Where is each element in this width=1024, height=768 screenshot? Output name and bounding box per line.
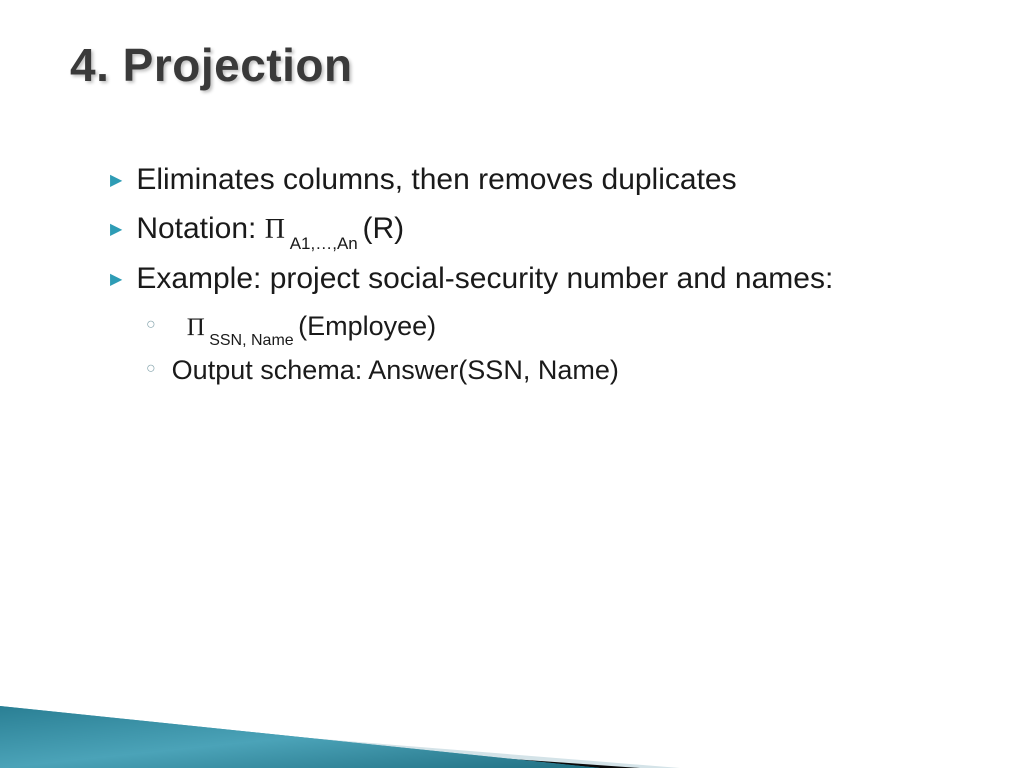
circle-bullet-icon: ○ — [146, 316, 156, 334]
slide-content: ▶ Eliminates columns, then removes dupli… — [110, 160, 964, 392]
slide-title: 4. Projection — [70, 38, 353, 92]
sub-bullet-item: ○ Π SSN, Name (Employee) — [146, 308, 964, 348]
sub-bullet-text: Π SSN, Name (Employee) — [172, 308, 437, 348]
bullet-text: Example: project social-security number … — [136, 259, 833, 300]
triangle-bullet-icon: ▶ — [110, 170, 122, 190]
pi-symbol: Π — [265, 214, 285, 245]
bullet-item: ▶ Example: project social-security numbe… — [110, 259, 964, 300]
bullet-text: Eliminates columns, then removes duplica… — [136, 160, 736, 201]
triangle-bullet-icon: ▶ — [110, 219, 122, 239]
triangle-bullet-icon: ▶ — [110, 269, 122, 289]
bullet-item: ▶ Eliminates columns, then removes dupli… — [110, 160, 964, 201]
bullet-text: Notation: Π A1,…,An (R) — [136, 209, 404, 252]
pi-subscript: A1,…,An — [285, 234, 363, 253]
pi-subscript: SSN, Name — [205, 332, 298, 349]
corner-decoration — [0, 588, 1024, 768]
pi-symbol: Π — [187, 314, 205, 341]
sub-bullet-text: Output schema: Answer(SSN, Name) — [172, 352, 619, 388]
sub-bullet-item: ○ Output schema: Answer(SSN, Name) — [146, 352, 964, 388]
sub-bullet-suffix: (Employee) — [298, 311, 436, 341]
bullet-item: ▶ Notation: Π A1,…,An (R) — [110, 209, 964, 252]
circle-bullet-icon: ○ — [146, 360, 156, 378]
notation-suffix: (R) — [362, 212, 404, 245]
notation-prefix: Notation: — [136, 212, 264, 245]
